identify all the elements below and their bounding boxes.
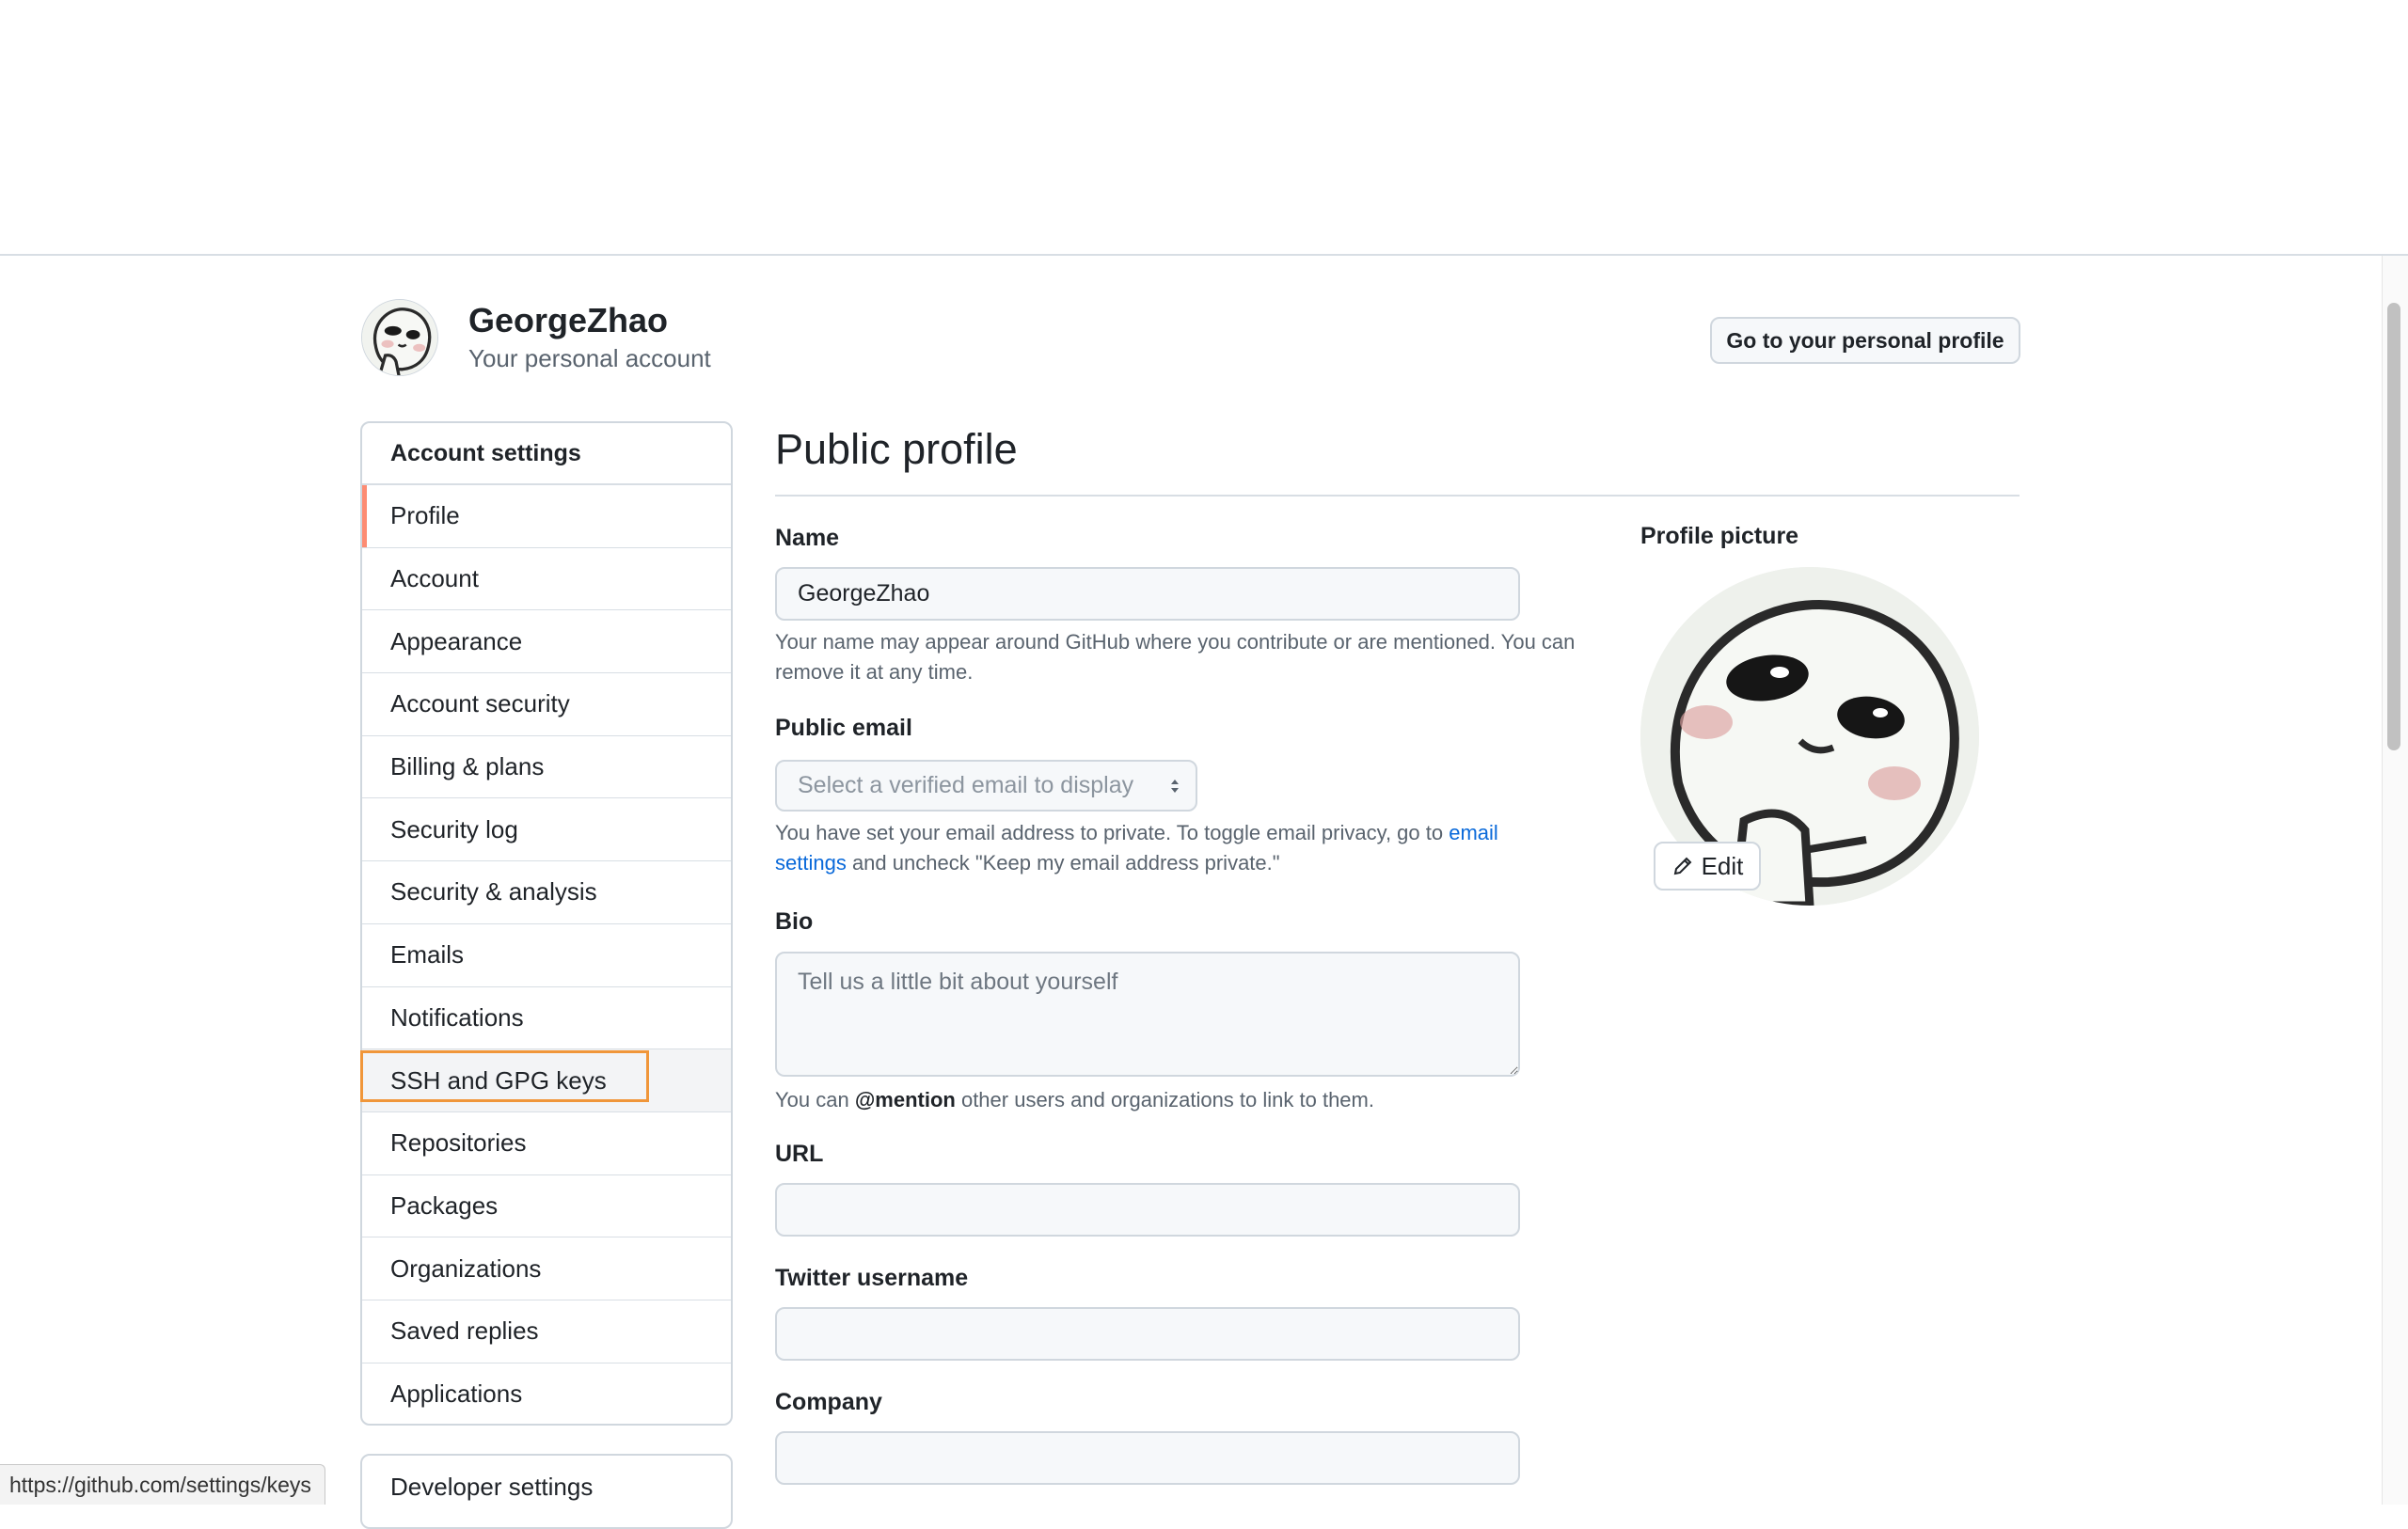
bio-note-text-end: other users and organizations to link to…	[955, 1088, 1374, 1111]
account-subtitle: Your personal account	[468, 344, 711, 372]
profile-picture-label: Profile picture	[1640, 523, 1799, 549]
account-username[interactable]: GeorgeZhao	[468, 301, 668, 340]
url-label: URL	[775, 1141, 824, 1167]
url-input[interactable]	[775, 1183, 1520, 1237]
edit-profile-picture-button[interactable]: Edit	[1654, 842, 1761, 891]
company-label: Company	[775, 1389, 882, 1415]
sidebar-item-organizations[interactable]: Organizations	[362, 1237, 731, 1300]
browser-blank-area	[0, 0, 2408, 254]
name-help-text: Your name may appear around GitHub where…	[775, 630, 1576, 684]
go-to-profile-button[interactable]: Go to your personal profile	[1710, 317, 2020, 364]
pencil-icon	[1673, 857, 1692, 875]
sidebar-item-account-security[interactable]: Account security	[362, 673, 731, 736]
sidebar-item-saved-replies[interactable]: Saved replies	[362, 1300, 731, 1363]
company-input[interactable]	[775, 1431, 1520, 1485]
email-note-text: You have set your email address to priva…	[775, 821, 1450, 844]
twitter-username-input[interactable]	[775, 1307, 1520, 1361]
public-email-help-text: You have set your email address to priva…	[775, 818, 1575, 878]
sidebar-item-account[interactable]: Account	[362, 548, 731, 611]
sidebar-item-packages[interactable]: Packages	[362, 1175, 731, 1238]
developer-settings-box: Developer settings	[360, 1454, 733, 1529]
header-divider	[0, 254, 2408, 256]
bio-note-text: You can	[775, 1088, 855, 1111]
bio-label: Bio	[775, 908, 814, 935]
public-email-label: Public email	[775, 715, 912, 741]
sidebar-item-emails[interactable]: Emails	[362, 924, 731, 987]
email-note-text-end: and uncheck "Keep my email address priva…	[846, 851, 1280, 875]
sidebar-item-repositories[interactable]: Repositories	[362, 1112, 731, 1175]
sidebar-item-security-analysis[interactable]: Security & analysis	[362, 861, 731, 924]
title-divider	[775, 495, 2020, 497]
sidebar-item-security-log[interactable]: Security log	[362, 798, 731, 862]
sidebar-item-notifications[interactable]: Notifications	[362, 987, 731, 1050]
avatar-face-icon	[362, 300, 437, 375]
page-title: Public profile	[775, 425, 1018, 473]
twitter-label: Twitter username	[775, 1265, 969, 1291]
status-bar-url: https://github.com/settings/keys	[0, 1464, 325, 1505]
select-caret-icon	[1171, 780, 1179, 793]
public-email-placeholder: Select a verified email to display	[798, 772, 1134, 798]
bio-note-mention: @mention	[854, 1088, 956, 1111]
name-input[interactable]	[775, 567, 1520, 621]
bio-help-text: You can @mention other users and organiz…	[775, 1085, 1603, 1115]
bio-textarea[interactable]	[775, 952, 1520, 1077]
settings-sidebar: Account settings Profile Account Appeara…	[360, 421, 733, 1426]
sidebar-item-appearance[interactable]: Appearance	[362, 610, 731, 674]
scrollbar-thumb[interactable]	[2387, 303, 2400, 750]
sidebar-item-ssh-gpg-keys[interactable]: SSH and GPG keys	[362, 1049, 731, 1112]
sidebar-item-applications[interactable]: Applications	[362, 1363, 731, 1424]
sidebar-item-profile[interactable]: Profile	[362, 485, 731, 548]
edit-label: Edit	[1701, 851, 1744, 880]
sidebar-item-billing-plans[interactable]: Billing & plans	[362, 736, 731, 799]
name-label: Name	[775, 525, 840, 551]
sidebar-heading: Account settings	[362, 423, 731, 485]
public-email-select[interactable]: Select a verified email to display	[775, 760, 1197, 812]
avatar[interactable]	[361, 299, 438, 376]
sidebar-item-developer-settings[interactable]: Developer settings	[362, 1456, 731, 1518]
